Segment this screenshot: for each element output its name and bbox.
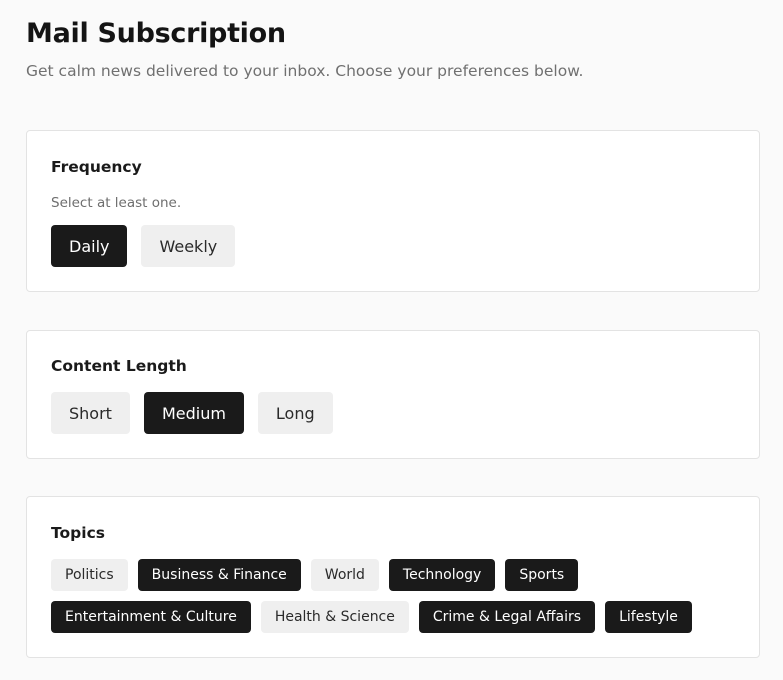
topic-chip-world[interactable]: World [310, 559, 379, 591]
topic-chip-sports[interactable]: Sports [505, 559, 579, 591]
topic-chips: Politics Business & Finance World Techno… [51, 559, 741, 643]
topic-chip-health-science[interactable]: Health & Science [260, 601, 409, 633]
topics-card: Topics Politics Business & Finance World… [26, 496, 760, 658]
topic-row: Politics Business & Finance World Techno… [51, 559, 741, 591]
length-option-medium[interactable]: Medium [143, 392, 244, 434]
content-length-card: Content Length Short Medium Long [26, 330, 760, 459]
topic-chip-entertainment-culture[interactable]: Entertainment & Culture [51, 601, 251, 633]
frequency-option-weekly[interactable]: Weekly [141, 225, 236, 267]
topic-chip-lifestyle[interactable]: Lifestyle [605, 601, 692, 633]
topic-chip-business-finance[interactable]: Business & Finance [137, 559, 301, 591]
topics-title: Topics [51, 524, 105, 542]
topic-chip-technology[interactable]: Technology [388, 559, 496, 591]
frequency-card: Frequency Select at least one. Daily Wee… [26, 130, 760, 292]
length-option-short[interactable]: Short [51, 392, 130, 434]
frequency-hint: Select at least one. [51, 195, 182, 211]
frequency-title: Frequency [51, 158, 142, 176]
topic-chip-politics[interactable]: Politics [51, 559, 128, 591]
frequency-options: Daily Weekly [51, 225, 236, 267]
length-option-long[interactable]: Long [257, 392, 333, 434]
page-title: Mail Subscription [26, 18, 286, 49]
page-subtitle: Get calm news delivered to your inbox. C… [26, 62, 584, 80]
topic-row: Entertainment & Culture Health & Science… [51, 601, 741, 633]
content-length-title: Content Length [51, 357, 187, 375]
content-length-options: Short Medium Long [51, 392, 333, 434]
topic-chip-crime-legal[interactable]: Crime & Legal Affairs [418, 601, 596, 633]
frequency-option-daily[interactable]: Daily [51, 225, 128, 267]
